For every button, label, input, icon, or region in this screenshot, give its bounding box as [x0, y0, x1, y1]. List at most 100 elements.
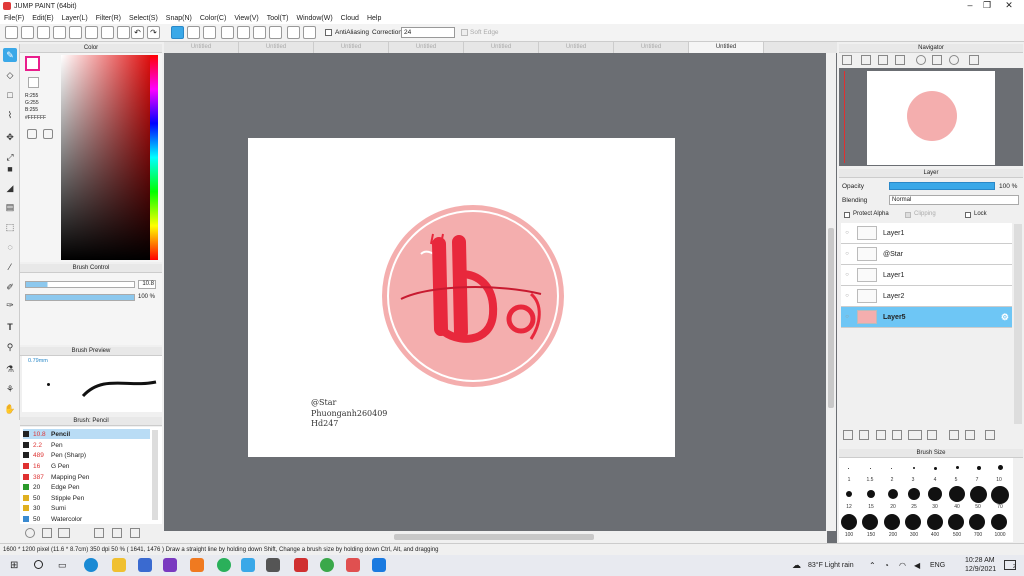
brush-size-dot[interactable] [969, 514, 985, 530]
network-icon[interactable]: ◔ [884, 561, 889, 570]
layer-item[interactable]: ○ Layer1 [841, 265, 1012, 286]
brush-size-dot[interactable] [998, 465, 1003, 470]
menu-edit[interactable]: Edit(E) [32, 15, 53, 22]
hue-slider[interactable] [150, 55, 158, 260]
menu-file[interactable]: File(F) [4, 15, 24, 22]
redo-button[interactable]: ↷ [147, 26, 160, 39]
layer-visibility-icon[interactable]: ○ [841, 251, 853, 257]
snap-circle-button[interactable] [253, 26, 266, 39]
brush-item[interactable]: 489 Pen (Sharp) [23, 450, 150, 460]
brush-size-dot[interactable] [891, 468, 892, 469]
weather-text[interactable]: 83°F Light rain [808, 562, 854, 569]
brush-size-dot[interactable] [913, 467, 915, 469]
save-button[interactable] [53, 26, 66, 39]
brush-size-dot[interactable] [862, 514, 878, 530]
app-icon-1[interactable] [163, 558, 177, 572]
menu-view[interactable]: View(V) [234, 15, 258, 22]
brush-item[interactable]: 387 Mapping Pen [23, 472, 150, 482]
marquee-tool[interactable]: ⬚ [3, 220, 17, 234]
search-icon[interactable] [34, 560, 43, 569]
tab-untitled[interactable]: Untitled [539, 42, 614, 53]
menu-filter[interactable]: Filter(R) [96, 15, 121, 22]
eyedropper-tool[interactable]: ⚗ [3, 362, 17, 376]
brush-folder-button[interactable] [94, 528, 104, 538]
task-view-icon[interactable]: ▭ [58, 560, 67, 571]
canvas-h-scrollbar[interactable] [164, 531, 827, 543]
layer-item[interactable]: ○ Layer1 [841, 223, 1012, 244]
tab-untitled[interactable]: Untitled [614, 42, 689, 53]
wifi-icon[interactable]: ◠ [899, 561, 906, 570]
brush-item[interactable]: 20 Edge Pen [23, 482, 150, 492]
brush-size-dot[interactable] [977, 466, 981, 470]
new-layer-8bit-button[interactable] [859, 430, 869, 440]
new-file-button[interactable] [5, 26, 18, 39]
color-picker-button[interactable] [43, 129, 53, 139]
brush-size-dot[interactable] [867, 490, 875, 498]
navigator-view[interactable] [839, 68, 1023, 166]
page-button[interactable] [101, 26, 114, 39]
clipping-checkbox[interactable] [905, 212, 911, 218]
app-icon-3[interactable] [217, 558, 231, 572]
text-tool[interactable]: T [3, 320, 17, 334]
zoom-in-button[interactable] [861, 55, 871, 65]
language-indicator[interactable]: ENG [930, 562, 945, 569]
soft-edge-checkbox[interactable] [461, 29, 468, 36]
zoom-in-icon[interactable] [842, 55, 852, 65]
brush-size-dot[interactable] [884, 514, 900, 530]
tab-untitled[interactable]: Untitled [239, 42, 314, 53]
flip-button[interactable] [969, 55, 979, 65]
open-file-button[interactable] [21, 26, 34, 39]
brush-list-scrollbar[interactable] [152, 430, 158, 520]
snap-settings-button[interactable] [287, 26, 300, 39]
menu-color[interactable]: Color(C) [200, 15, 226, 22]
new-folder-button[interactable] [927, 430, 937, 440]
select-tool[interactable]: □ [3, 88, 17, 102]
edge-icon[interactable] [84, 558, 98, 572]
menu-help[interactable]: Help [367, 15, 381, 22]
snap-cross-button[interactable] [203, 26, 216, 39]
tray-chevron-icon[interactable]: ⌃ [869, 561, 876, 570]
hand-tool[interactable]: ✋ [3, 402, 17, 416]
magic-wand-tool[interactable]: ⁄ [3, 260, 17, 274]
blending-select[interactable]: Normal [889, 195, 1019, 205]
brush-size-dot[interactable] [948, 514, 964, 530]
export-button[interactable] [69, 26, 82, 39]
grid-button[interactable] [85, 26, 98, 39]
document-canvas[interactable]: @Star Phuonganh260409 Hd247 [248, 138, 675, 457]
brush-item[interactable]: 10.8 Pencil [23, 429, 150, 439]
move-tool[interactable]: ✥ [3, 130, 17, 144]
brush-size-value[interactable]: 10.8 [138, 280, 156, 289]
tab-untitled[interactable]: Untitled [389, 42, 464, 53]
background-swatch[interactable] [28, 77, 39, 88]
menu-tool[interactable]: Tool(T) [267, 15, 289, 22]
weather-icon[interactable]: ☁ [792, 560, 801, 571]
protect-alpha-checkbox[interactable] [844, 212, 850, 218]
duplicate-layer-button[interactable] [949, 430, 959, 440]
gradient-tool[interactable]: ▤ [3, 200, 17, 214]
snap-parallel-button[interactable] [187, 26, 200, 39]
new-halftone-button[interactable] [892, 430, 902, 440]
start-icon[interactable]: ⊞ [10, 560, 18, 571]
cut-tool[interactable]: ⚲ [3, 340, 17, 354]
layer-visibility-icon[interactable]: ○ [841, 314, 853, 320]
bucket-tool[interactable]: ◢ [3, 181, 17, 195]
brush-size-dot[interactable] [949, 486, 965, 502]
rotate-left-button[interactable] [916, 55, 926, 65]
canvas-v-scrollbar[interactable] [826, 53, 836, 531]
select-pen-tool[interactable]: ✐ [3, 280, 17, 294]
layer-visibility-icon[interactable]: ○ [841, 230, 853, 236]
layer-settings-icon[interactable]: ⚙ [1001, 312, 1009, 323]
delete-layer-button[interactable] [985, 430, 995, 440]
brush-menu-button[interactable] [58, 528, 70, 538]
brush-size-dot[interactable] [970, 486, 987, 503]
tab-untitled[interactable]: Untitled [314, 42, 389, 53]
snap-curve-button[interactable] [269, 26, 282, 39]
merge-layer-button[interactable] [965, 430, 975, 440]
foreground-swatch[interactable] [25, 56, 40, 71]
brush-size-dot[interactable] [870, 468, 871, 469]
zoom-out-button[interactable] [895, 55, 905, 65]
shape-tool[interactable]: ■ [3, 162, 17, 176]
brush-size-slider[interactable] [25, 281, 135, 288]
brush-item[interactable]: 30 Sumi [23, 503, 150, 513]
volume-icon[interactable]: ◀ [914, 561, 920, 570]
